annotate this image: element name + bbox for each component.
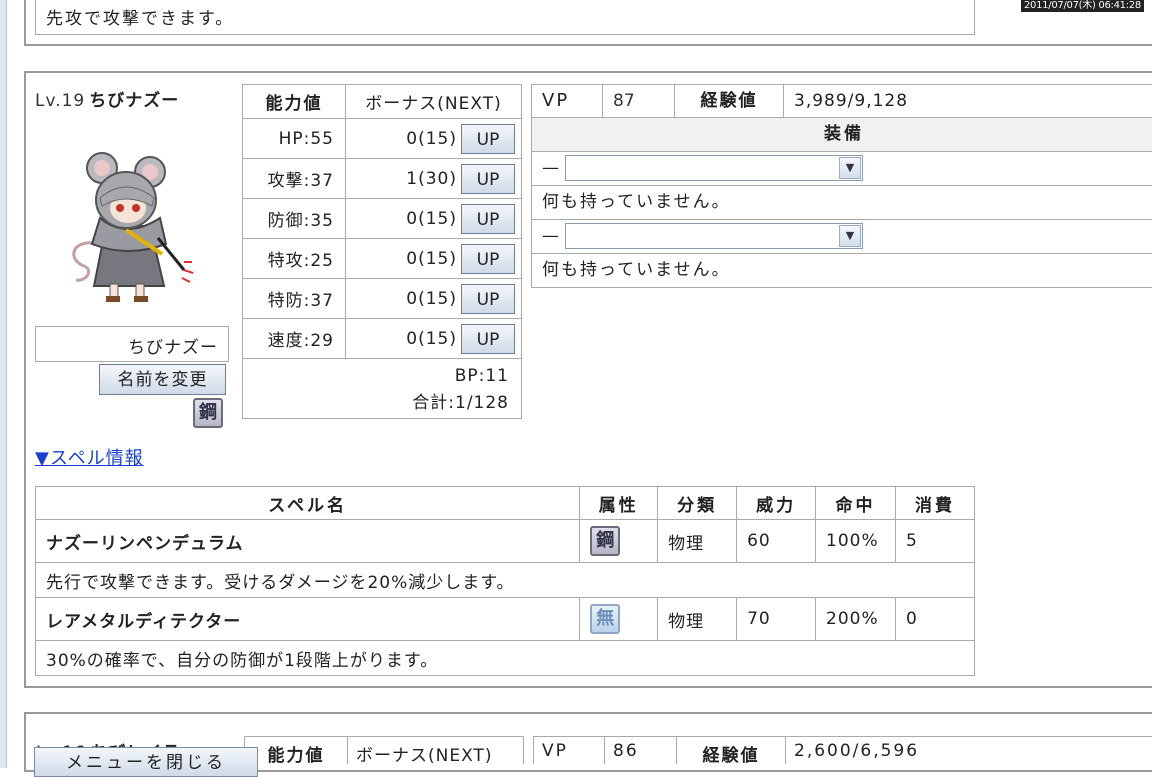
next-exp-label: 経験値 [676,736,786,764]
stat-row-defense: 防御:35 0(15) UP [242,198,522,239]
bonus-value: 0(15) [406,208,457,229]
sp-attack-up-button[interactable]: UP [461,243,515,274]
character-level: Lv.19 [35,91,86,111]
bonus-value: 0(15) [406,248,457,269]
spell-accuracy: 200% [815,597,897,641]
character-name: ちびナズー [89,91,180,111]
next-stat-header: 能力値 [244,736,348,764]
stat-row-hp: HP:55 0(15) UP [242,118,522,159]
rename-button[interactable]: 名前を変更 [99,364,226,395]
chevron-down-icon[interactable]: ▼ [839,157,861,179]
bonus-value: 0(15) [406,128,457,149]
vp-value: 87 [603,85,675,117]
stat-value: 特防:37 [242,278,346,319]
equipment-slot-1: — ▼ [531,152,1152,186]
spell-category: 物理 [657,597,738,641]
spell-table: スペル名 属性 分類 威力 命中 消費 ナズーリンペンデュラム 鋼 物理 60 … [34,486,975,676]
spell-power: 60 [736,519,817,563]
steel-type-icon: 鋼 [590,526,621,556]
vp-exp-row: VP 87 経験値 3,989/9,128 [531,84,1152,118]
close-menu-button[interactable]: メニューを閉じる [34,747,258,777]
equipment-area: VP 87 経験値 3,989/9,128 装備 — ▼ 何も持っていません。 … [531,84,1152,288]
sp-defense-up-button[interactable]: UP [461,283,515,314]
spell-attribute-header: 属性 [579,486,659,520]
stat-row-attack: 攻撃:37 1(30) UP [242,158,522,199]
spell-power-header: 威力 [736,486,817,520]
next-vp-value: 86 [604,736,677,764]
stat-value: 防御:35 [242,198,346,239]
equipment-slot-2: — ▼ [531,220,1152,254]
stat-row-speed: 速度:29 0(15) UP [242,318,522,359]
hp-up-button[interactable]: UP [461,123,515,154]
equipment-select-1[interactable]: ▼ [565,155,863,181]
equipment-header: 装備 [531,118,1152,152]
previous-spell-description: 先攻で攻撃できます。 [35,0,975,35]
exp-label: 経験値 [675,85,784,117]
next-vp-label: VP [533,736,605,764]
spell-cost: 0 [895,597,975,641]
character-name-field[interactable]: ちびナズー [35,326,229,362]
slot-prefix: — [542,158,559,178]
spell-description-row: 先行で攻撃できます。受けるダメージを20%減少します。 [35,562,975,598]
spell-accuracy: 100% [815,519,897,563]
bonus-header: ボーナス(NEXT) [345,84,522,119]
stat-value: 攻撃:37 [242,158,346,199]
steel-type-icon: 鋼 [193,398,223,428]
timestamp: 2011/07/07(木) 06:41:28 [1021,0,1144,12]
left-scroll-edge [0,0,7,768]
speed-up-button[interactable]: UP [461,323,515,354]
spell-accuracy-header: 命中 [815,486,897,520]
spell-name: レアメタルディテクター [34,597,581,641]
equipment-status-1: 何も持っていません。 [531,186,1152,220]
total-value: 合計:1/128 [412,393,509,413]
spell-name-header: スペル名 [34,486,581,520]
character-header: Lv.19 ちびナズー [35,86,179,111]
stat-value: 速度:29 [242,318,346,359]
slot-prefix: — [542,226,559,246]
equipment-select-2[interactable]: ▼ [565,223,863,249]
vp-label: VP [532,85,603,117]
stats-table: 能力値 ボーナス(NEXT) HP:55 0(15) UP 攻撃:37 1(30)… [242,84,522,419]
defense-up-button[interactable]: UP [461,203,515,234]
neutral-type-icon: 無 [590,604,621,634]
spell-category-header: 分類 [657,486,738,520]
spell-row: ナズーリンペンデュラム 鋼 物理 60 100% 5 [34,519,975,563]
character-sprite [72,152,194,302]
stat-value: 特攻:25 [242,238,346,279]
bp-total-cell: BP:11 合計:1/128 [242,358,522,419]
exp-value: 3,989/9,128 [794,91,909,111]
next-bonus-header: ボーナス(NEXT) [347,736,524,764]
attack-up-button[interactable]: UP [461,163,515,194]
bonus-value: 0(15) [406,328,457,349]
spell-description: 30%の確率で、自分の防御が1段階上がります。 [35,640,975,676]
equipment-status-2: 何も持っていません。 [531,254,1152,288]
bp-value: BP:11 [454,366,509,386]
spell-category: 物理 [657,519,738,563]
next-exp-value: 2,600/6,596 [785,736,1152,764]
spell-info-link[interactable]: ▼スペル情報 [35,444,144,470]
chevron-down-icon[interactable]: ▼ [839,225,861,247]
spell-power: 70 [736,597,817,641]
spell-cost: 5 [895,519,975,563]
spell-row: レアメタルディテクター 無 物理 70 200% 0 [34,597,975,641]
stat-row-sp-defense: 特防:37 0(15) UP [242,278,522,319]
stat-value: HP:55 [242,118,346,159]
spell-cost-header: 消費 [895,486,975,520]
spell-name: ナズーリンペンデュラム [34,519,581,563]
bonus-value: 0(15) [406,288,457,309]
spell-description: 先行で攻撃できます。受けるダメージを20%減少します。 [35,562,975,598]
stat-row-sp-attack: 特攻:25 0(15) UP [242,238,522,279]
stat-header: 能力値 [242,84,346,119]
bonus-value: 1(30) [406,168,457,189]
spell-description-row: 30%の確率で、自分の防御が1段階上がります。 [35,640,975,676]
